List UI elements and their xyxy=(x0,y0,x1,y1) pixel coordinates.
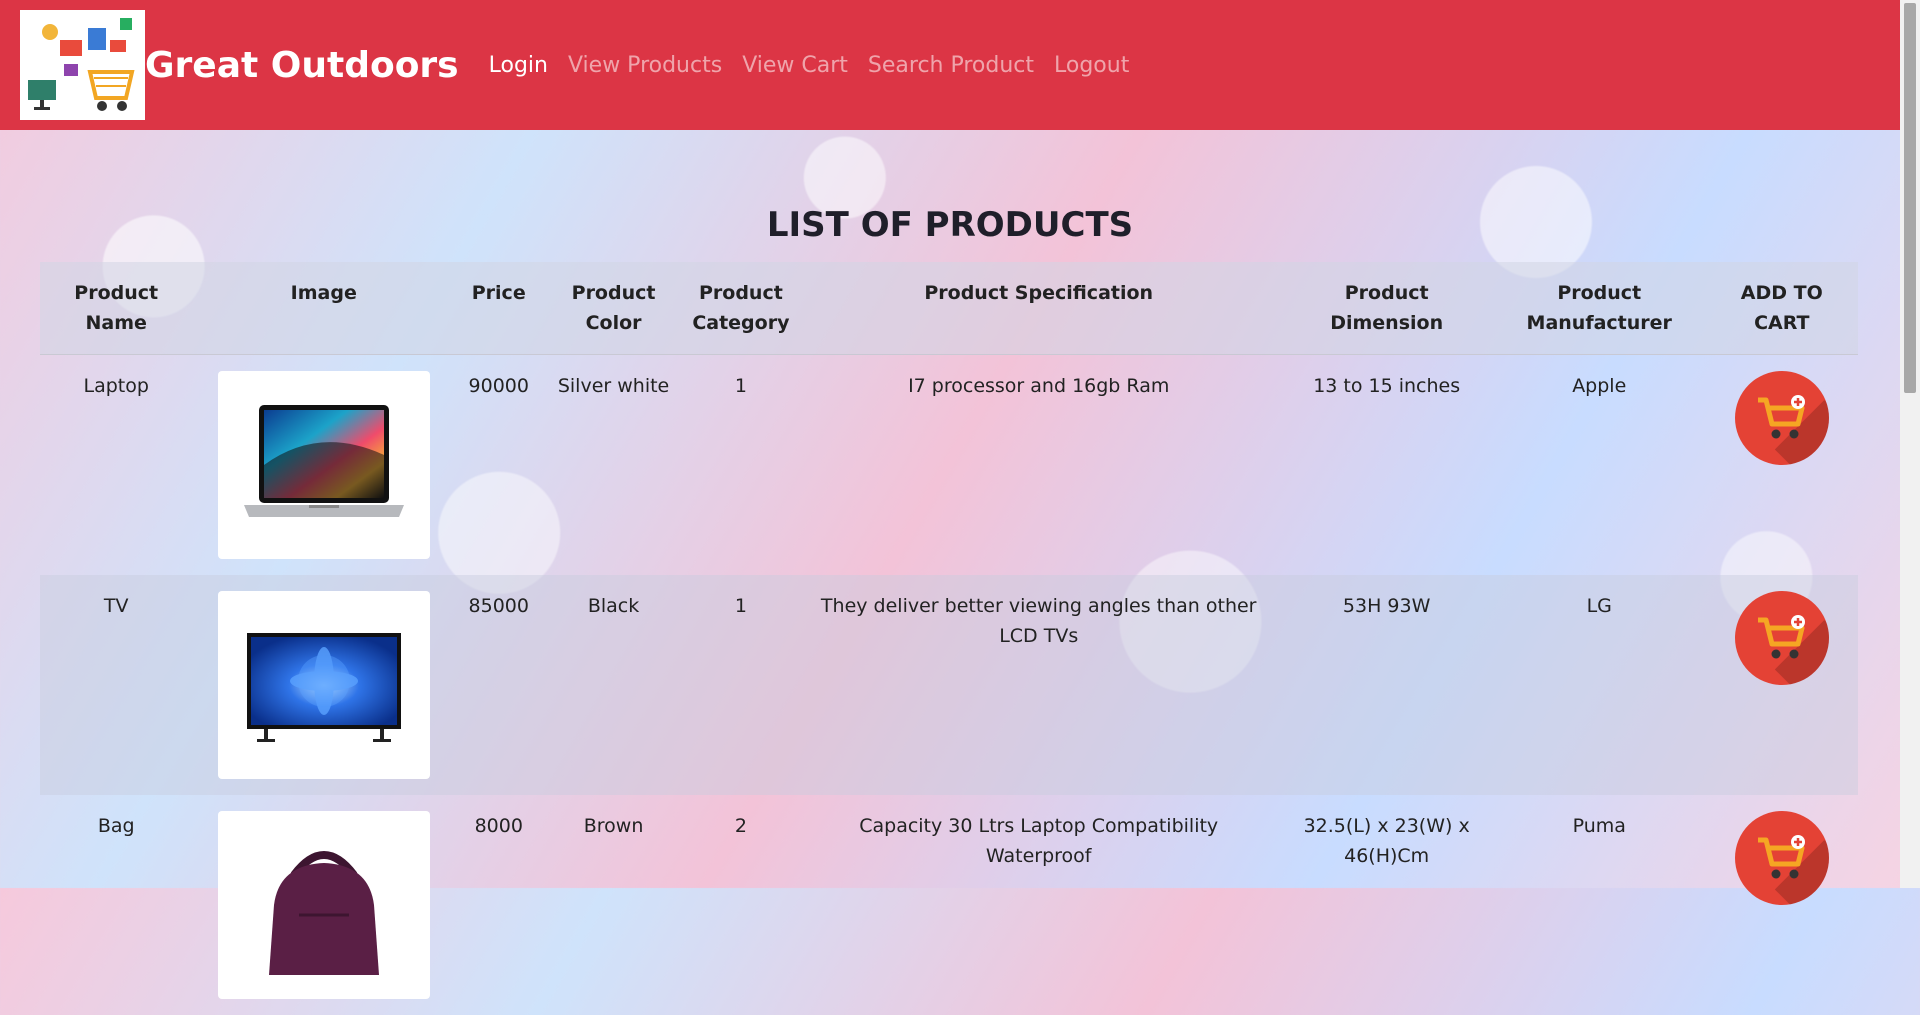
logo-shopping-image[interactable] xyxy=(20,10,145,120)
col-add-to-cart: ADD TO CART xyxy=(1705,262,1858,355)
col-product-manufacturer: Product Manufacturer xyxy=(1492,262,1706,355)
products-table: Product Name Image Price Product Color P… xyxy=(40,262,1858,1015)
nav-view-cart[interactable]: View Cart xyxy=(742,53,848,78)
table-row: Bag 8000 Brown 2 Capacity 30 Ltrs Laptop… xyxy=(40,795,1858,1015)
product-category: 1 xyxy=(734,375,747,397)
product-manufacturer: Apple xyxy=(1572,375,1627,397)
brand-title[interactable]: Great Outdoors xyxy=(145,45,459,86)
product-color: Silver white xyxy=(557,375,670,397)
table-row: TV 85000 Black 1 They deliver better vie… xyxy=(40,575,1858,795)
laptop-image xyxy=(217,371,430,559)
col-product-category: Product Category xyxy=(684,262,798,355)
col-product-color: Product Color xyxy=(542,262,685,355)
add-to-cart-button[interactable] xyxy=(1734,371,1829,465)
product-color: Black xyxy=(542,575,685,795)
nav-view-products[interactable]: View Products xyxy=(568,53,722,78)
product-price: 90000 xyxy=(468,375,529,397)
cart-plus-icon xyxy=(1757,835,1805,879)
add-to-cart-button[interactable] xyxy=(1734,591,1829,685)
product-category: 1 xyxy=(684,575,798,795)
product-color: Brown xyxy=(583,815,644,837)
product-specification: Capacity 30 Ltrs Laptop Compatibility Wa… xyxy=(859,815,1219,867)
col-product-dimension: Product Dimension xyxy=(1280,262,1493,355)
navbar: Great Outdoors Login View Products View … xyxy=(0,0,1900,130)
product-name: Laptop xyxy=(83,375,149,397)
product-price: 8000 xyxy=(474,815,523,837)
product-price: 85000 xyxy=(455,575,543,795)
col-product-name: Product Name xyxy=(40,262,193,355)
product-specification: They deliver better viewing angles than … xyxy=(797,575,1281,795)
add-to-cart-button[interactable] xyxy=(1734,811,1829,905)
bag-image xyxy=(217,811,430,999)
table-header-row: Product Name Image Price Product Color P… xyxy=(40,262,1858,355)
nav-search-product[interactable]: Search Product xyxy=(868,53,1034,78)
product-category: 2 xyxy=(734,815,747,837)
product-dimension: 32.5(L) x 23(W) x 46(H)Cm xyxy=(1303,815,1470,867)
scrollbar-thumb[interactable] xyxy=(1904,3,1916,393)
cart-plus-icon xyxy=(1757,615,1805,659)
product-name: Bag xyxy=(97,815,135,837)
tv-image xyxy=(217,591,430,779)
col-image: Image xyxy=(192,262,456,355)
product-specification: I7 processor and 16gb Ram xyxy=(908,375,1170,397)
cart-plus-icon xyxy=(1757,395,1805,439)
product-manufacturer: Puma xyxy=(1572,815,1626,837)
product-name: TV xyxy=(40,575,193,795)
product-dimension: 13 to 15 inches xyxy=(1313,375,1461,397)
vertical-scrollbar[interactable] xyxy=(1900,0,1920,888)
table-row: Laptop 90000 Silver white 1 I7 processor… xyxy=(40,355,1858,576)
product-manufacturer: LG xyxy=(1492,575,1706,795)
nav-links: Login View Products View Cart Search Pro… xyxy=(489,53,1130,78)
col-price: Price xyxy=(455,262,543,355)
nav-logout[interactable]: Logout xyxy=(1054,53,1129,78)
product-dimension: 53H 93W xyxy=(1280,575,1493,795)
page-title: LIST OF PRODUCTS xyxy=(766,205,1134,245)
col-product-specification: Product Specification xyxy=(797,262,1281,355)
nav-login[interactable]: Login xyxy=(489,53,548,78)
